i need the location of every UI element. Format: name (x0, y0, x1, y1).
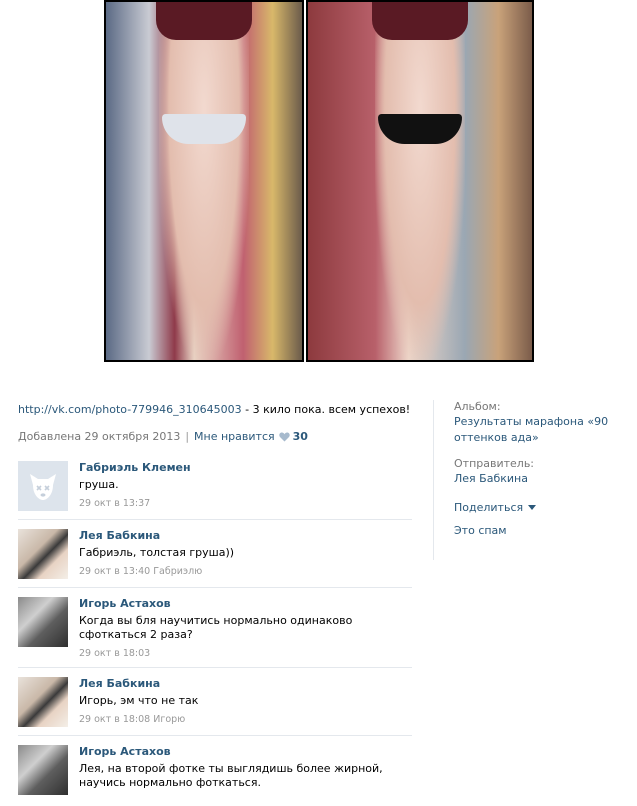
comment-author[interactable]: Игорь Астахов (79, 745, 412, 759)
comment-author[interactable]: Лея Бабкина (79, 529, 412, 543)
report-spam-link[interactable]: Это спам (454, 524, 637, 537)
comment-text: Когда вы бля научитись нормально одинако… (79, 614, 353, 641)
like-button[interactable]: Мне нравится (194, 430, 275, 444)
sender-link[interactable]: Лея Бабкина (454, 471, 637, 487)
heart-icon[interactable] (278, 432, 290, 442)
dog-icon (30, 474, 56, 500)
comment-text: Игорь, эм что не так (79, 694, 199, 707)
avatar[interactable] (18, 597, 68, 647)
comment-item: Игорь Астахов Лея, на второй фотке ты вы… (18, 739, 412, 803)
caption-text: - 3 кило пока. всем успехов! (245, 403, 411, 416)
avatar[interactable] (18, 745, 68, 795)
album-label: Альбом: (454, 400, 501, 413)
comment-item: Игорь Астахов Когда вы бля научитись нор… (18, 591, 412, 668)
comment-item: Лея Бабкина Игорь, эм что не так 29 окт … (18, 671, 412, 736)
comment-date: 29 окт в 13:37 (79, 498, 151, 509)
comment-item: Лея Бабкина Габриэль, толстая груша)) 29… (18, 523, 412, 588)
avatar[interactable] (18, 677, 68, 727)
photo-sidebar: Альбом: Результаты марафона «90 оттенков… (433, 400, 637, 560)
comments-list: Габриэль Клемен груша. 29 окт в 13:37 Ле… (18, 455, 412, 806)
comment-text: Габриэль, толстая груша)) (79, 546, 235, 559)
likes-count[interactable]: 30 (293, 430, 308, 444)
photo-link[interactable]: http://vk.com/photo-779946_310645003 (18, 403, 242, 416)
photo-caption: http://vk.com/photo-779946_310645003 - 3… (18, 403, 418, 417)
comment-author[interactable]: Лея Бабкина (79, 677, 412, 691)
share-button[interactable]: Поделиться (454, 501, 637, 514)
reply-to-link[interactable]: Габриэлю (153, 566, 202, 577)
comment-author[interactable]: Игорь Астахов (79, 597, 412, 611)
chevron-down-icon (528, 505, 537, 510)
avatar[interactable] (18, 461, 68, 511)
comment-date: 29 окт в 13:40 Габриэлю (79, 566, 203, 577)
comment-item: Габриэль Клемен груша. 29 окт в 13:37 (18, 455, 412, 520)
meta-separator: | (185, 430, 190, 443)
photo-meta: Добавлена 29 октября 2013 | Мне нравится… (18, 430, 308, 444)
sender-label: Отправитель: (454, 457, 535, 470)
avatar[interactable] (18, 529, 68, 579)
comment-text: Лея, на второй фотке ты выглядишь более … (79, 762, 383, 789)
photo-viewer (0, 0, 637, 362)
comment-author[interactable]: Габриэль Клемен (79, 461, 412, 475)
comment-date: 29 окт в 18:08 Игорю (79, 714, 186, 725)
reply-to-link[interactable]: Игорю (153, 714, 185, 725)
added-date: Добавлена 29 октября 2013 (18, 430, 181, 443)
comment-date: 29 окт в 18:03 (79, 648, 151, 659)
share-label: Поделиться (454, 501, 524, 514)
photo-after[interactable] (306, 0, 534, 362)
photo-before[interactable] (104, 0, 304, 362)
album-link[interactable]: Результаты марафона «90 оттенков ада» (454, 414, 637, 446)
comment-text: груша. (79, 478, 119, 491)
